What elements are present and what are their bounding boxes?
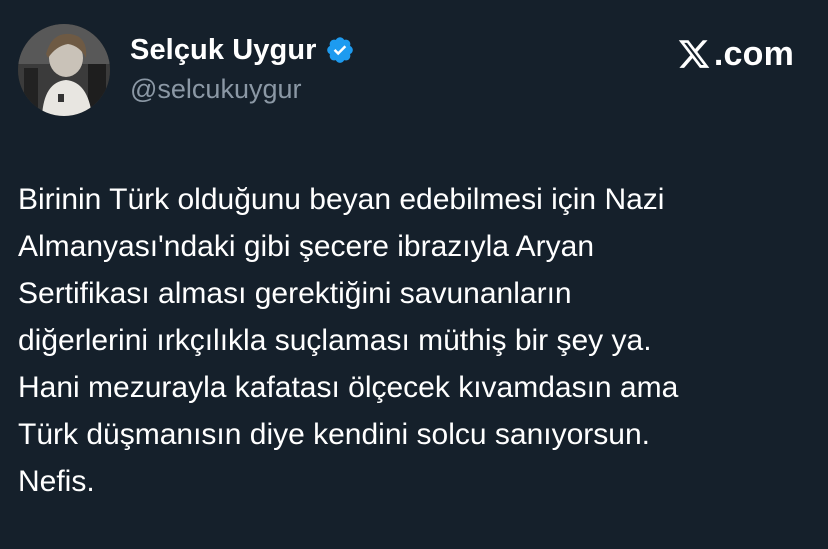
x-logo-icon [676, 37, 712, 71]
tweet-text-line: Türk düşmanısın diye kendini solcu sanıy… [18, 418, 650, 451]
brand-text: .com [713, 34, 794, 73]
verified-badge-icon [325, 35, 355, 65]
tweet-text-line: Sertifikası alması gerektiğini savunanla… [18, 277, 572, 310]
brand-logo: .com [676, 34, 794, 74]
avatar[interactable] [18, 24, 110, 116]
tweet-text-line: Birinin Türk olduğunu beyan edebilmesi i… [18, 183, 665, 216]
author-name-row: Selçuk Uygur [130, 30, 355, 70]
author-handle[interactable]: @selcukuygur [130, 74, 301, 105]
tweet-text: Birinin Türk olduğunu beyan edebilmesi i… [18, 176, 818, 505]
tweet-text-line: diğerlerini ırkçılıkla suçlaması müthiş … [18, 324, 652, 357]
tweet-text-line: Hani mezurayla kafatası ölçecek kıvamdas… [18, 371, 679, 404]
author-display-name[interactable]: Selçuk Uygur [130, 34, 317, 67]
tweet-card: Selçuk Uygur @selcukuygur .com Birinin T… [0, 0, 828, 549]
tweet-text-line: Nefis. [18, 465, 95, 498]
tweet-text-line: Almanyası'ndaki gibi şecere ibrazıyla Ar… [18, 230, 595, 263]
